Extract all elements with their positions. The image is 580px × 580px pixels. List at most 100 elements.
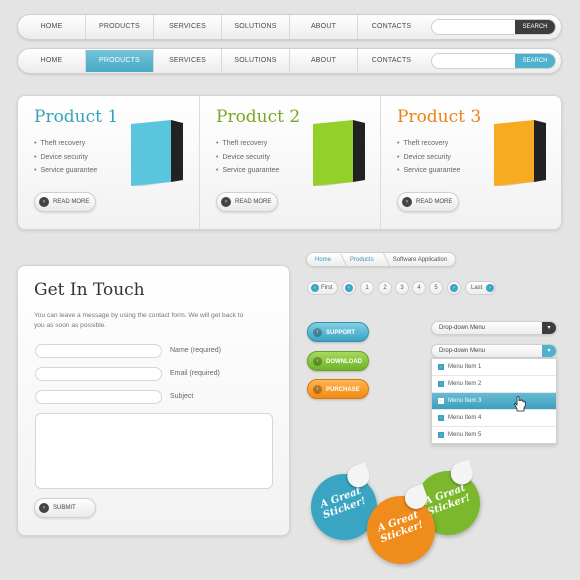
feature-item: Service guarantee: [34, 167, 97, 174]
read-more-button[interactable]: › READ MORE: [216, 192, 278, 212]
submit-button[interactable]: › SUBMIT: [34, 498, 96, 518]
name-input[interactable]: [36, 350, 161, 363]
feature-item: Theft recovery: [397, 140, 460, 147]
main-nav-active: HOME PRODUCTS SERVICES SOLUTIONS ABOUT C…: [17, 48, 562, 74]
breadcrumb-separator: [376, 253, 390, 266]
search-button[interactable]: SEARCH: [515, 20, 555, 34]
product-box-image: [131, 120, 183, 186]
read-more-label: READ MORE: [53, 199, 90, 205]
search-input[interactable]: [432, 58, 516, 68]
menu-item[interactable]: › Menu Item 5: [432, 427, 556, 444]
support-button[interactable]: › SUPPORT: [307, 322, 369, 342]
breadcrumb: Home Products Software Application: [306, 252, 457, 267]
dropdown-menu: › Menu Item 1 › Menu Item 2 › Menu Item …: [431, 358, 557, 444]
email-input[interactable]: [36, 373, 161, 386]
nav-services[interactable]: SERVICES: [153, 49, 221, 73]
pagination-page[interactable]: 3: [395, 281, 409, 295]
search-input[interactable]: [432, 24, 516, 34]
subject-field: [35, 390, 162, 409]
nav-about[interactable]: ABOUT: [289, 15, 357, 39]
arrow-left-icon: ‹: [311, 284, 319, 292]
feature-item: Service guarantee: [397, 167, 460, 174]
breadcrumb-home[interactable]: Home: [315, 257, 331, 263]
arrow-right-icon: ›: [438, 364, 444, 370]
products-panel: Product 1 Theft recovery Device security…: [17, 95, 562, 230]
purchase-label: PURCHASE: [326, 387, 360, 393]
dropdown-collapsed[interactable]: Drop-down Menu ▾: [431, 321, 557, 335]
pagination-last[interactable]: Last ›: [465, 281, 496, 295]
purchase-button[interactable]: › PURCHASE: [307, 379, 369, 399]
contact-form-panel: Get In Touch You can leave a message by …: [17, 265, 290, 536]
menu-item-label: Menu Item 1: [448, 364, 482, 370]
download-label: DOWNLOAD: [326, 359, 362, 365]
name-field: [35, 344, 162, 363]
pagination-first-label: First: [321, 285, 333, 291]
product-card: Product 3 Theft recovery Device security…: [380, 96, 561, 229]
nav-about[interactable]: ABOUT: [289, 49, 357, 73]
download-button[interactable]: › DOWNLOAD: [307, 351, 369, 371]
menu-item[interactable]: › Menu Item 4: [432, 410, 556, 427]
dropdown-label: Drop-down Menu: [439, 325, 486, 331]
nav-solutions[interactable]: SOLUTIONS: [221, 15, 289, 39]
feature-item: Device security: [397, 154, 460, 161]
dropdown-label: Drop-down Menu: [439, 348, 486, 354]
nav-contacts[interactable]: CONTACTS: [357, 49, 425, 73]
breadcrumb-separator: [333, 253, 348, 266]
message-textarea[interactable]: [36, 414, 272, 488]
search-button[interactable]: SEARCH: [515, 54, 555, 68]
pagination-page[interactable]: 1: [360, 281, 374, 295]
pagination-page[interactable]: 4: [412, 281, 426, 295]
read-more-button[interactable]: › READ MORE: [397, 192, 459, 212]
pagination-prev[interactable]: ‹: [342, 281, 356, 295]
arrow-right-icon: ›: [438, 398, 444, 404]
feature-item: Theft recovery: [216, 140, 279, 147]
nav-solutions[interactable]: SOLUTIONS: [221, 49, 289, 73]
pagination-next[interactable]: ›: [447, 281, 461, 295]
arrow-right-icon: ›: [450, 284, 458, 292]
product-card: Product 1 Theft recovery Device security…: [18, 96, 199, 229]
product-title: Product 3: [397, 107, 482, 127]
feature-item: Device security: [216, 154, 279, 161]
nav-products[interactable]: PRODUCTS: [85, 50, 153, 72]
product-title: Product 1: [34, 107, 119, 127]
breadcrumb-current: Software Application: [392, 256, 448, 263]
subject-input[interactable]: [36, 396, 161, 409]
nav-products[interactable]: PRODUCTS: [85, 15, 153, 39]
pagination-page[interactable]: 2: [378, 281, 392, 295]
menu-item[interactable]: › Menu Item 1: [432, 359, 556, 376]
dropdown-expanded[interactable]: Drop-down Menu ▾: [431, 344, 557, 358]
pagination-first[interactable]: ‹ First: [307, 281, 338, 295]
read-more-label: READ MORE: [235, 199, 272, 205]
feature-item: Device security: [34, 154, 97, 161]
email-field: [35, 367, 162, 386]
arrow-right-icon: ›: [39, 197, 49, 207]
feature-item: Theft recovery: [34, 140, 97, 147]
menu-item[interactable]: › Menu Item 2: [432, 376, 556, 393]
chevron-down-icon: ▾: [542, 345, 556, 357]
menu-item-selected[interactable]: › Menu Item 3: [432, 393, 556, 410]
nav-services[interactable]: SERVICES: [153, 15, 221, 39]
menu-item-label: Menu Item 4: [448, 415, 482, 421]
feature-list: Theft recovery Device security Service g…: [216, 140, 279, 181]
breadcrumb-products[interactable]: Products: [350, 257, 374, 263]
nav-home[interactable]: HOME: [18, 49, 85, 73]
arrow-right-icon: ›: [402, 197, 412, 207]
pagination-last-label: Last: [471, 285, 483, 291]
support-label: SUPPORT: [326, 330, 356, 336]
menu-item-label: Menu Item 5: [448, 432, 482, 438]
product-title: Product 2: [216, 107, 301, 127]
read-more-button[interactable]: › READ MORE: [34, 192, 96, 212]
arrow-right-icon: ›: [438, 415, 444, 421]
feature-list: Theft recovery Device security Service g…: [34, 140, 97, 181]
pagination-page[interactable]: 5: [429, 281, 443, 295]
sticker-text: A Great Sticker!: [308, 482, 378, 525]
feature-item: Service guarantee: [216, 167, 279, 174]
arrow-right-icon: ›: [221, 197, 231, 207]
nav-home[interactable]: HOME: [18, 15, 85, 39]
message-field: [35, 413, 273, 489]
subject-label: Subject: [170, 393, 194, 400]
nav-contacts[interactable]: CONTACTS: [357, 15, 425, 39]
search-box: SEARCH: [431, 19, 556, 35]
arrow-right-icon: ›: [313, 328, 322, 337]
product-box-image: [494, 120, 546, 186]
